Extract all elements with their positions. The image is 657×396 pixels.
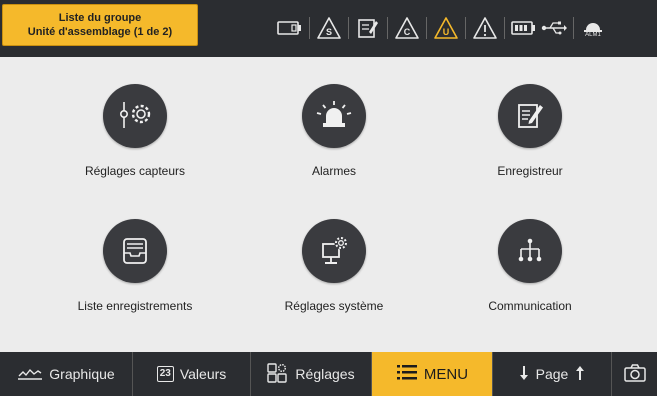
menu-item-label: Réglages capteurs [84,164,186,178]
alarm-siren-icon [302,84,366,148]
menu-button-label: MENU [423,365,469,383]
menu-item-records-list[interactable]: Liste enregistrements [35,219,235,349]
values-button-label: Valeurs [179,366,227,382]
settings-grid-icon [267,362,289,386]
recorder-icon [498,84,562,148]
svg-text:C: C [404,27,411,37]
separator [309,17,310,39]
list-icon [396,363,418,385]
group-title: Liste du groupe [58,12,142,24]
menu-item-label: Liste enregistrements [77,299,193,313]
graph-button-label: Graphique [49,366,115,382]
screenshot-button[interactable] [612,352,657,396]
separator [465,17,466,39]
separator [348,17,349,39]
system-settings-icon [302,219,366,283]
network-icon [498,219,562,283]
menu-item-label: Réglages système [284,299,384,313]
menu-item-system-settings[interactable]: Réglages système [234,219,434,349]
status-bar: Liste du groupe Unité d'assemblage (1 de… [0,0,657,57]
settings-button-label: Réglages [295,366,355,382]
battery-compartment-icon [275,13,305,43]
menu-item-label: Communication [488,299,572,313]
arrow-up-icon [574,365,586,384]
graph-button[interactable]: Graphique [0,352,133,396]
menu-grid: Réglages capteurs Alarmes Enregistreur L… [0,57,657,352]
warning-u-icon: U [431,13,461,43]
bottom-nav: Graphique 23 Valeurs Réglages MENU Page [0,352,657,396]
menu-item-label: Alarmes [311,164,356,178]
group-subtitle: Unité d'assemblage (1 de 2) [27,26,173,38]
menu-item-communication[interactable]: Communication [430,219,630,349]
values-button[interactable]: 23 Valeurs [133,352,251,396]
group-list-header[interactable]: Liste du groupe Unité d'assemblage (1 de… [2,4,198,46]
graph-icon [17,365,43,384]
svg-text:S: S [326,27,332,37]
recorder-edit-icon [353,13,383,43]
usb-icon [539,13,569,43]
separator [573,17,574,39]
menu-item-recorder[interactable]: Enregistreur [430,84,630,214]
menu-item-sensor-settings[interactable]: Réglages capteurs [35,84,235,214]
warning-c-icon: C [392,13,422,43]
separator [426,17,427,39]
svg-text:U: U [443,27,450,37]
menu-item-label: Enregistreur [497,164,563,178]
status-icon-row: S C U ALM1 [275,12,608,44]
menu-item-alarms[interactable]: Alarmes [234,84,434,214]
page-button[interactable]: Page [493,352,612,396]
settings-button[interactable]: Réglages [251,352,372,396]
values-badge: 23 [156,366,174,382]
alarm-indicator-label: ALM1 [585,31,601,38]
battery-level-icon [509,13,539,43]
records-tray-icon [103,219,167,283]
warning-s-icon: S [314,13,344,43]
warning-icon [470,13,500,43]
sensor-settings-icon [103,84,167,148]
separator [387,17,388,39]
page-button-label: Page [535,366,569,382]
menu-button[interactable]: MENU [372,352,493,396]
camera-icon [623,363,646,385]
arrow-down-icon [518,365,530,384]
separator [504,17,505,39]
alarm-indicator-icon: ALM1 [578,13,608,43]
